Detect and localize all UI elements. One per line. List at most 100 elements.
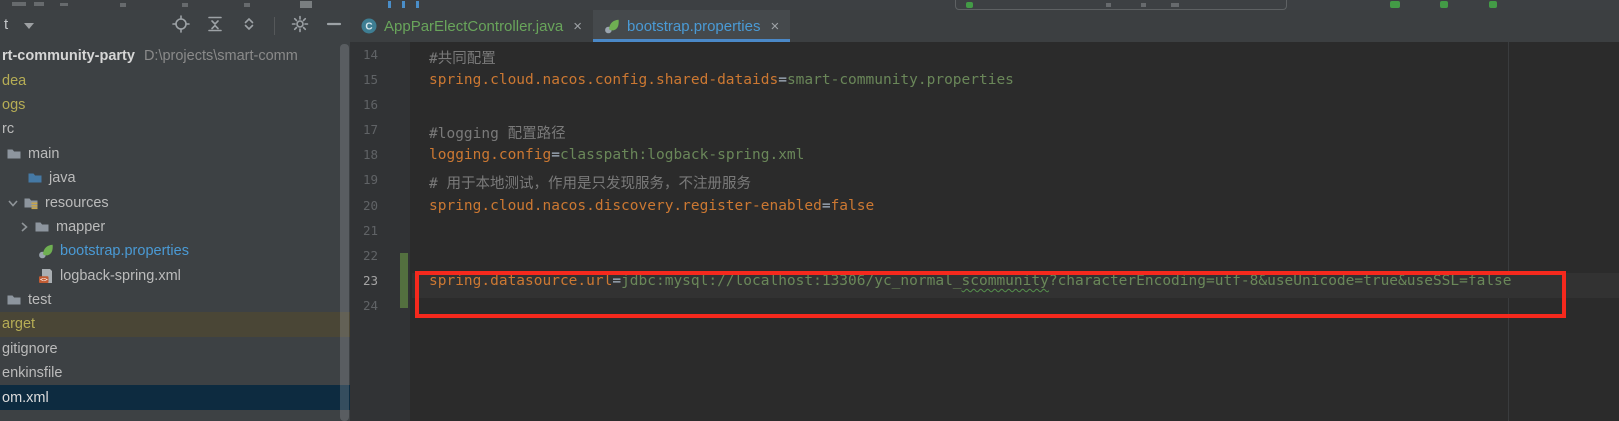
code-line-16[interactable] bbox=[412, 97, 1619, 122]
code-line-14[interactable]: #共同配置 bbox=[412, 47, 1619, 72]
toolbar-fragment bbox=[1171, 3, 1179, 7]
tree-item-java[interactable]: java bbox=[0, 166, 350, 190]
token-comment: #共同配置 bbox=[429, 51, 496, 67]
locate-icon[interactable] bbox=[172, 15, 190, 38]
line-number: 21 bbox=[352, 223, 378, 248]
token-key: logging.config bbox=[429, 147, 551, 163]
collapse-all-icon[interactable] bbox=[240, 15, 258, 38]
project-path: D:\projects\smart-comm bbox=[144, 48, 298, 64]
settings-icon[interactable] bbox=[291, 15, 309, 38]
toolbar-blue-fragment bbox=[416, 1, 419, 8]
tree-item-ogs[interactable]: ogs bbox=[0, 93, 350, 117]
toolbar-green-fragment[interactable] bbox=[1489, 1, 1497, 8]
spring-icon bbox=[604, 18, 620, 34]
toolbar-fragment bbox=[1106, 3, 1111, 7]
tree-item-arget[interactable]: arget bbox=[0, 312, 350, 336]
tree-item-main[interactable]: main bbox=[0, 142, 350, 166]
code-line-23[interactable]: spring.datasource.url=jdbc:mysql://local… bbox=[412, 273, 1619, 298]
code-line-19[interactable]: # 用于本地测试，作用是只发现服务，不注册服务 bbox=[412, 172, 1619, 197]
tree-item-label: om.xml bbox=[2, 390, 49, 406]
toolbar-blue-fragment bbox=[402, 1, 405, 8]
project-tree-scrollbar[interactable] bbox=[340, 44, 349, 421]
editor-code-area: #共同配置 spring.cloud.nacos.config.shared-da… bbox=[412, 47, 1619, 324]
vcs-change-marker[interactable] bbox=[400, 253, 408, 308]
token-op: = bbox=[778, 72, 787, 88]
project-panel-header: t bbox=[0, 10, 350, 42]
tree-item-mapper[interactable]: mapper bbox=[0, 215, 350, 239]
folder-source-icon bbox=[27, 170, 43, 186]
close-icon[interactable]: × bbox=[770, 19, 779, 34]
tree-item-logback-spring-xml[interactable]: <> logback-spring.xml bbox=[0, 264, 350, 288]
tree-item-om-xml[interactable]: om.xml bbox=[0, 385, 350, 409]
token-comment: # 用于本地测试，作用是只发现服务，不注册服务 bbox=[429, 176, 751, 192]
tree-item-label: mapper bbox=[56, 219, 105, 235]
run-button-fragment[interactable] bbox=[1390, 1, 1400, 8]
tree-item-dea[interactable]: dea bbox=[0, 68, 350, 92]
tree-item-label: gitignore bbox=[2, 341, 58, 357]
code-line-22[interactable] bbox=[412, 248, 1619, 273]
debug-button-fragment[interactable] bbox=[1440, 1, 1448, 8]
folder-icon bbox=[6, 292, 22, 308]
run-configuration-combo[interactable] bbox=[955, 0, 1287, 10]
project-panel-title: t bbox=[4, 16, 8, 33]
tree-item-label: main bbox=[28, 146, 59, 162]
close-icon[interactable]: × bbox=[573, 19, 582, 34]
line-number: 24 bbox=[352, 298, 378, 323]
token-typo: scommunity bbox=[962, 273, 1049, 289]
code-line-20[interactable]: spring.cloud.nacos.discovery.register-en… bbox=[412, 198, 1619, 223]
chevron-down-icon[interactable] bbox=[5, 195, 21, 211]
token-key: spring.cloud.nacos.discovery.register-en… bbox=[429, 198, 822, 214]
tree-item-label: enkinsfile bbox=[2, 365, 62, 381]
code-line-18[interactable]: logging.config=classpath:logback-spring.… bbox=[412, 147, 1619, 172]
token-op: = bbox=[822, 198, 831, 214]
tab-title: AppParElectController.java bbox=[384, 18, 563, 35]
line-number: 22 bbox=[352, 248, 378, 273]
token-value: ?characterEncoding=utf-8&useUnicode=true… bbox=[1049, 273, 1512, 289]
token-key: spring.datasource.url bbox=[429, 273, 612, 289]
tree-item-enkinsfile[interactable]: enkinsfile bbox=[0, 361, 350, 385]
line-number: 19 bbox=[352, 172, 378, 197]
tree-item-bootstrap-properties[interactable]: bootstrap.properties bbox=[0, 239, 350, 263]
editor-tab-appparelectcontroller-java[interactable]: C AppParElectController.java × bbox=[350, 10, 593, 42]
token-value: jdbc:mysql://localhost:13306/yc_normal_ bbox=[621, 273, 961, 289]
expand-all-icon[interactable] bbox=[206, 15, 224, 38]
toolbar-fragment bbox=[12, 2, 26, 6]
tree-item-label: arget bbox=[2, 316, 35, 332]
svg-text:<>: <> bbox=[40, 275, 48, 283]
token-kw: false bbox=[831, 198, 875, 214]
toolbar-fragment bbox=[244, 3, 250, 7]
token-value: classpath:logback-spring.xml bbox=[560, 147, 804, 163]
svg-text:C: C bbox=[365, 22, 372, 33]
toolbar-fragment bbox=[34, 2, 44, 6]
code-line-15[interactable]: spring.cloud.nacos.config.shared-dataids… bbox=[412, 72, 1619, 97]
xml-icon: <> bbox=[38, 268, 54, 284]
token-op: = bbox=[551, 147, 560, 163]
tree-item-label: rc bbox=[2, 121, 14, 137]
token-key: spring.cloud.nacos.config.shared-dataids bbox=[429, 72, 778, 88]
tree-item-test[interactable]: test bbox=[0, 288, 350, 312]
folder-icon bbox=[6, 146, 22, 162]
tree-item-label: rt-community-party bbox=[2, 48, 135, 64]
line-number: 17 bbox=[352, 122, 378, 147]
toolbar-fragment bbox=[182, 3, 188, 7]
chevron-down-icon[interactable] bbox=[24, 23, 34, 29]
tree-item-gitignore[interactable]: gitignore bbox=[0, 337, 350, 361]
folder-icon bbox=[34, 219, 50, 235]
hide-icon[interactable] bbox=[325, 15, 343, 38]
tree-item-rt-community-party[interactable]: rt-community-party D:\projects\smart-comm bbox=[0, 44, 350, 68]
code-line-17[interactable]: #logging 配置路径 bbox=[412, 122, 1619, 147]
tree-item-rc[interactable]: rc bbox=[0, 117, 350, 141]
tree-item-label: logback-spring.xml bbox=[60, 268, 181, 284]
toolbar-fragment bbox=[60, 3, 68, 6]
chevron-right-icon[interactable] bbox=[16, 219, 32, 235]
tree-item-label: test bbox=[28, 292, 51, 308]
tree-item-label: bootstrap.properties bbox=[60, 243, 189, 259]
toolbar-fragment bbox=[120, 3, 126, 7]
code-line-21[interactable] bbox=[412, 223, 1619, 248]
editor-tab-bootstrap-properties[interactable]: bootstrap.properties× bbox=[593, 10, 790, 42]
tree-item-label: dea bbox=[2, 73, 26, 89]
line-number: 23 bbox=[352, 273, 378, 298]
code-line-24[interactable] bbox=[412, 298, 1619, 323]
tree-item-resources[interactable]: resources bbox=[0, 190, 350, 214]
token-comment: #logging 配置路径 bbox=[429, 126, 566, 142]
